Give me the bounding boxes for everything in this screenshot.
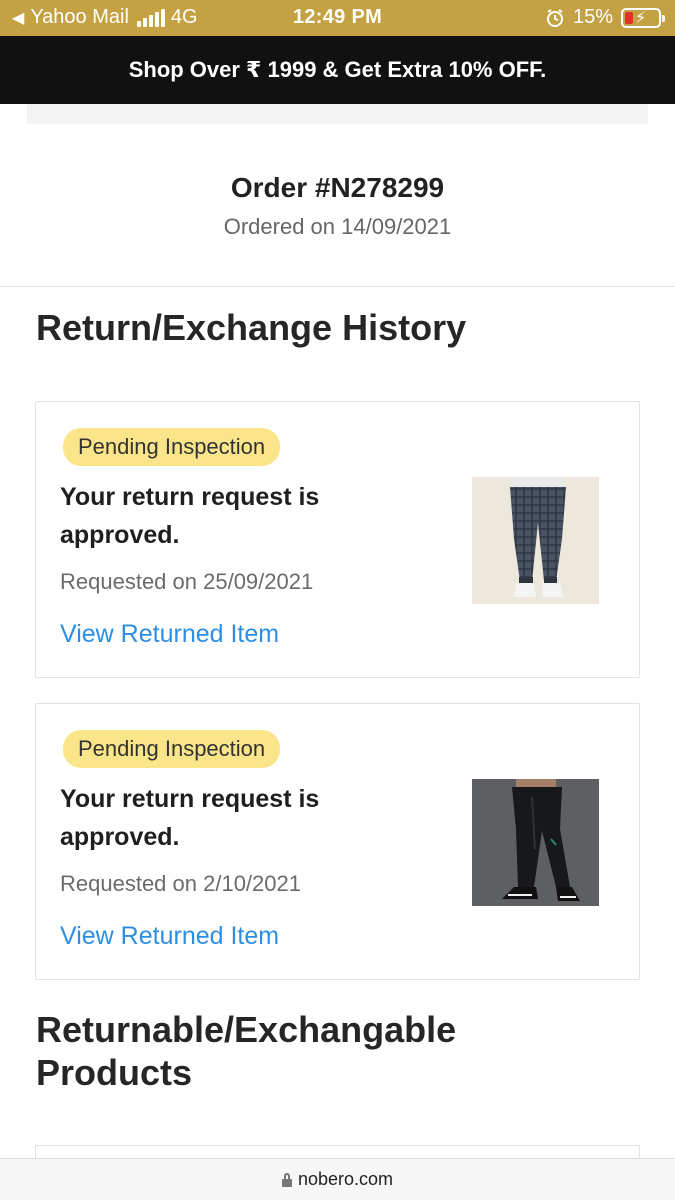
url-text[interactable]: nobero.com	[298, 1169, 393, 1190]
return-card: Pending Inspection Your return request i…	[35, 401, 640, 678]
returnable-title: Returnable/Exchangable Products	[36, 1009, 457, 1094]
order-date: Ordered on 14/09/2021	[223, 214, 452, 239]
status-bar-right: 15% ⚡	[545, 6, 665, 29]
header-strip	[27, 104, 648, 124]
status-badge: Pending Inspection	[63, 730, 281, 768]
promo-banner[interactable]: Shop Over ₹ 1999 & Get Extra 10% OFF.	[0, 36, 675, 104]
requested-date: Requested on 25/09/2021	[60, 569, 314, 594]
return-card: Pending Inspection Your return request i…	[35, 703, 640, 980]
product-image[interactable]	[472, 779, 599, 906]
view-returned-item-link[interactable]: View Returned Item	[60, 620, 279, 649]
divider	[0, 286, 675, 287]
order-title: Order #N278299	[230, 172, 445, 203]
promo-text: Shop Over ₹ 1999 & Get Extra 10% OFF.	[128, 57, 547, 82]
alarm-icon	[546, 8, 563, 27]
status-badge: Pending Inspection	[63, 428, 281, 466]
return-message: Your return request is approved.	[60, 483, 320, 549]
battery-charging-icon: ⚡	[621, 7, 665, 28]
product-image[interactable]	[472, 477, 599, 604]
requested-date: Requested on 2/10/2021	[60, 871, 301, 896]
history-title: Return/Exchange History	[36, 307, 467, 348]
lock-icon	[281, 1172, 292, 1187]
order-header: Order #N278299 Ordered on 14/09/2021	[0, 172, 675, 240]
return-message: Your return request is approved.	[60, 785, 320, 851]
browser-address-bar[interactable]: nobero.com	[0, 1158, 675, 1200]
view-returned-item-link[interactable]: View Returned Item	[60, 922, 279, 951]
status-bar: ◀ Yahoo Mail 4G 12:49 PM 15% ⚡	[0, 0, 675, 36]
battery-percent: 15%	[572, 6, 613, 28]
